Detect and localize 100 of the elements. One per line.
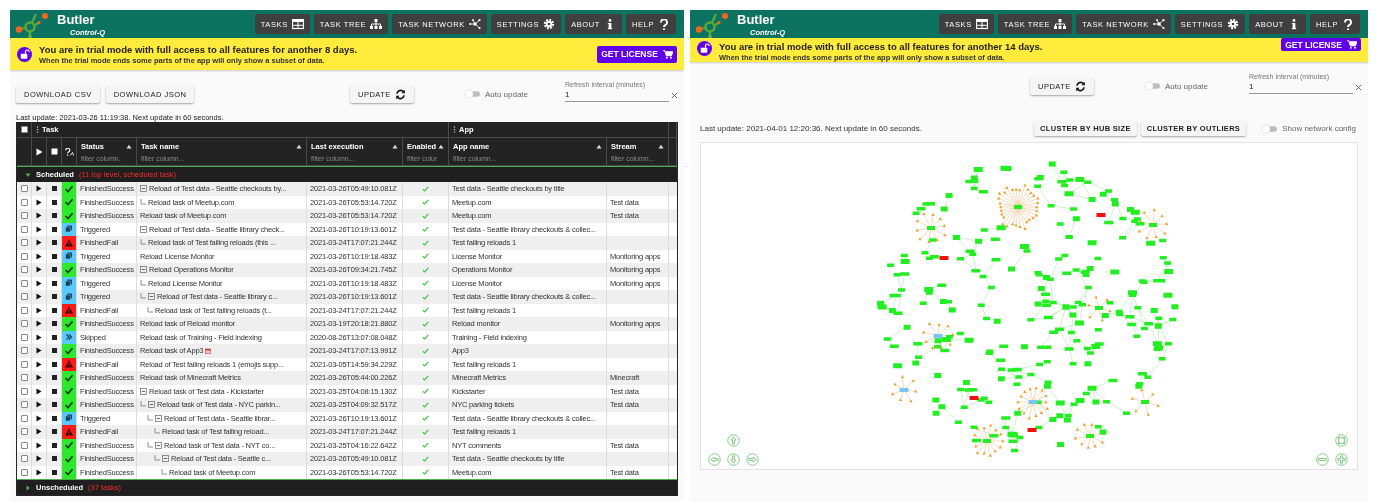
table-icon — [291, 18, 304, 30]
settings-icon — [543, 18, 556, 30]
row-checkbox[interactable] — [20, 401, 28, 409]
sort-icon[interactable] — [438, 143, 445, 149]
toggle-label: Auto update — [1164, 81, 1209, 91]
sort-icon[interactable] — [296, 143, 302, 149]
refresh-icon — [394, 88, 406, 100]
caret-icon[interactable] — [25, 484, 31, 491]
stop-icon[interactable] — [51, 199, 57, 205]
stop-icon[interactable] — [51, 240, 57, 246]
toggle-label: Show network config — [1282, 124, 1356, 133]
row-checkbox[interactable] — [20, 468, 28, 476]
toggle-label: Auto update — [484, 89, 529, 99]
toggle-switch[interactable] — [1261, 123, 1279, 134]
sort-icon[interactable] — [658, 143, 664, 149]
row-checkbox[interactable] — [20, 387, 28, 395]
expander-icon[interactable] — [140, 185, 147, 193]
cart-icon — [662, 49, 673, 59]
row-checkbox[interactable] — [20, 333, 28, 341]
stop-icon[interactable] — [51, 415, 57, 421]
network-icon — [468, 18, 481, 30]
row-checkbox[interactable] — [20, 198, 28, 206]
app-name: Butler — [57, 11, 96, 27]
expander-icon[interactable] — [155, 441, 162, 449]
row-checkbox[interactable] — [20, 360, 28, 368]
row-checkbox[interactable] — [20, 306, 28, 314]
row-checkbox[interactable] — [20, 441, 28, 449]
stop-icon[interactable] — [51, 226, 57, 232]
lock-icon — [697, 41, 712, 56]
trial-message: You are in trial mode with full access to all features for another 14 days. — [719, 41, 1043, 52]
expander-icon[interactable] — [140, 225, 147, 233]
expander-icon[interactable] — [148, 401, 155, 409]
row-checkbox[interactable] — [20, 185, 28, 193]
stop-icon[interactable] — [51, 361, 57, 367]
row-checkbox[interactable] — [20, 266, 28, 274]
expander-icon[interactable] — [162, 455, 169, 463]
row-checkbox[interactable] — [20, 374, 28, 382]
drag-handle-icon[interactable] — [36, 126, 39, 133]
sitemap-icon — [370, 18, 383, 30]
stop-icon[interactable] — [51, 294, 57, 300]
play-icon[interactable] — [35, 147, 43, 156]
row-checkbox[interactable] — [20, 428, 28, 436]
cart-icon — [1346, 40, 1357, 49]
question-arrow-icon[interactable] — [64, 147, 74, 156]
stop-icon[interactable] — [51, 429, 57, 435]
last-update-text: Last update: 2021-04-01 12:20:36. Next update in 60 seconds. — [700, 124, 922, 133]
sitemap-icon — [1054, 18, 1067, 30]
stop-icon[interactable] — [51, 388, 57, 394]
select-all-checkbox[interactable] — [20, 126, 28, 133]
row-checkbox[interactable] — [20, 212, 28, 220]
table-icon — [975, 18, 988, 30]
expander-icon[interactable] — [155, 414, 162, 422]
stop-icon[interactable] — [50, 148, 58, 155]
sort-icon[interactable] — [392, 143, 398, 149]
sort-icon[interactable] — [126, 143, 132, 149]
stop-icon[interactable] — [51, 186, 57, 192]
refresh-interval-field[interactable]: 1 — [1249, 80, 1353, 94]
get-license-button[interactable]: GET LICENSE — [1281, 38, 1361, 51]
caret-icon[interactable] — [25, 171, 31, 178]
stop-icon[interactable] — [51, 267, 57, 273]
row-checkbox[interactable] — [20, 279, 28, 287]
sort-icon[interactable] — [596, 143, 602, 149]
trial-message: You are in trial mode with full access to all features for another 8 days. — [39, 43, 358, 55]
row-checkbox[interactable] — [20, 347, 28, 355]
expander-icon[interactable] — [140, 266, 147, 274]
lock-icon — [17, 46, 32, 62]
stop-icon[interactable] — [51, 375, 57, 381]
app-name: Butler — [737, 11, 776, 27]
row-checkbox[interactable] — [20, 320, 28, 328]
expander-icon[interactable] — [148, 293, 155, 301]
get-license-button[interactable]: GET LICENSE — [597, 45, 677, 63]
stop-icon[interactable] — [51, 402, 57, 408]
drag-handle-icon[interactable] — [453, 126, 456, 133]
row-checkbox[interactable] — [20, 225, 28, 233]
stop-icon[interactable] — [51, 307, 57, 313]
tree-branch-icon — [140, 239, 146, 247]
stop-icon[interactable] — [51, 456, 57, 462]
stop-icon[interactable] — [51, 253, 57, 259]
tree-branch-icon — [140, 198, 146, 206]
help-icon — [658, 18, 670, 30]
close-icon[interactable] — [1355, 83, 1362, 91]
close-icon[interactable] — [671, 91, 678, 99]
toggle-switch[interactable] — [1143, 81, 1161, 91]
row-checkbox[interactable] — [20, 455, 28, 463]
stop-icon[interactable] — [51, 469, 57, 475]
row-checkbox[interactable] — [20, 414, 28, 422]
expander-icon[interactable] — [140, 387, 147, 395]
row-checkbox[interactable] — [20, 239, 28, 247]
stop-icon[interactable] — [51, 442, 57, 448]
stop-icon[interactable] — [51, 334, 57, 340]
toggle-switch[interactable] — [463, 89, 481, 99]
row-checkbox[interactable] — [20, 252, 28, 260]
stop-icon[interactable] — [51, 213, 57, 219]
stop-icon[interactable] — [51, 348, 57, 354]
refresh-interval-field[interactable]: 1 — [565, 88, 669, 102]
stop-icon[interactable] — [51, 321, 57, 327]
stop-icon[interactable] — [51, 280, 57, 286]
settings-icon — [1227, 18, 1240, 30]
row-checkbox[interactable] — [20, 293, 28, 301]
refresh-icon — [1074, 80, 1086, 92]
